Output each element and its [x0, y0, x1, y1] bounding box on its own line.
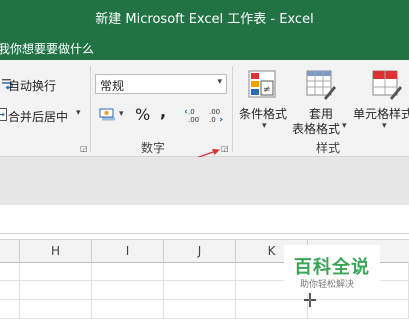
cell-cursor-icon: [304, 293, 316, 310]
cell[interactable]: [0, 281, 20, 300]
cell[interactable]: [20, 281, 92, 300]
cell[interactable]: [0, 262, 20, 281]
cell[interactable]: [164, 281, 236, 300]
watermark-logo: 百科全说 助你轻松解决: [284, 245, 380, 293]
cell[interactable]: [20, 262, 92, 281]
cell[interactable]: [164, 262, 236, 281]
column-header-i[interactable]: I: [92, 240, 164, 262]
column-header-h[interactable]: H: [20, 240, 92, 262]
watermark-tagline: 助你轻松解决: [300, 280, 355, 290]
cell[interactable]: [92, 281, 164, 300]
cell[interactable]: [164, 300, 236, 319]
ribbon-collapsed-area: [0, 157, 409, 205]
column-header-left[interactable]: [0, 240, 20, 262]
watermark-brand: 百科全说: [294, 257, 370, 278]
cell[interactable]: [20, 300, 92, 319]
cell[interactable]: [92, 262, 164, 281]
cell[interactable]: [308, 300, 409, 319]
cell[interactable]: [236, 300, 308, 319]
cell[interactable]: [0, 300, 20, 319]
cell[interactable]: [92, 300, 164, 319]
formula-bar[interactable]: [0, 205, 409, 234]
column-header-j[interactable]: J: [164, 240, 236, 262]
